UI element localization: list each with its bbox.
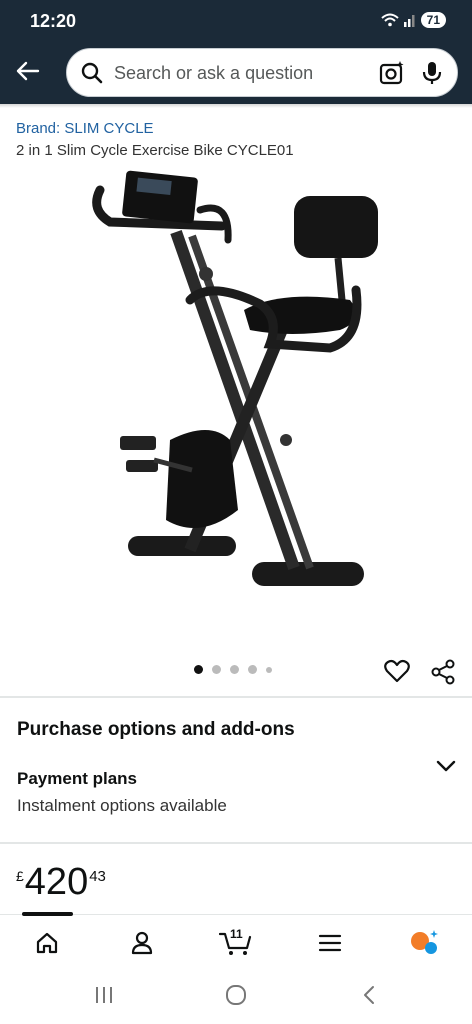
bottom-navigation: 11 [0, 912, 472, 972]
system-navigation-bar [0, 972, 472, 1024]
carousel-dot[interactable] [266, 666, 272, 673]
nav-cart[interactable]: 11 [218, 927, 254, 957]
search-bar[interactable]: Search or ask a question [66, 48, 458, 97]
status-time: 12:20 [30, 11, 77, 31]
price-currency-symbol: £ [16, 868, 24, 884]
search-input[interactable]: Search or ask a question [114, 63, 313, 84]
cart-count: 11 [230, 927, 243, 941]
nav-menu[interactable] [314, 929, 346, 957]
nav-account[interactable] [126, 929, 158, 957]
back-arrow-icon[interactable] [14, 58, 40, 84]
product-title: 2 in 1 Slim Cycle Exercise Bike CYCLE01 [16, 142, 294, 159]
signal-icon [403, 15, 415, 27]
share-icon[interactable] [430, 659, 456, 685]
section-divider [0, 696, 472, 698]
product-image[interactable] [80, 170, 390, 622]
assistant-icon [411, 930, 438, 954]
price-whole: 420 [24, 861, 89, 903]
menu-icon [318, 934, 342, 952]
section-divider [0, 842, 472, 844]
microphone-icon[interactable] [421, 60, 443, 86]
search-icon [81, 62, 103, 84]
home-button-icon[interactable] [225, 984, 247, 1006]
active-tab-indicator [22, 912, 73, 916]
carousel-dot[interactable] [194, 665, 203, 674]
status-icons: 71 [380, 12, 446, 28]
price: £ 420 43 [16, 862, 106, 902]
chevron-down-icon[interactable] [436, 759, 456, 773]
account-icon [131, 931, 153, 955]
brand-link[interactable]: Brand: SLIM CYCLE [16, 120, 154, 137]
purchase-options-heading: Purchase options and add-ons [17, 719, 295, 740]
carousel-dot[interactable] [230, 665, 239, 674]
nav-home[interactable] [31, 929, 63, 957]
carousel-dot[interactable] [248, 665, 257, 674]
image-carousel-dots[interactable] [194, 665, 272, 674]
app-header: 12:20 71 Search or ask a question [0, 0, 472, 104]
payment-plans-title[interactable]: Payment plans [17, 769, 137, 789]
home-icon [36, 932, 58, 954]
back-button-icon[interactable] [360, 984, 378, 1006]
price-fraction: 43 [89, 868, 106, 885]
wifi-icon [380, 13, 399, 27]
recent-apps-icon[interactable] [94, 984, 114, 1006]
header-shadow [0, 104, 472, 108]
battery-indicator: 71 [420, 12, 446, 28]
carousel-dot[interactable] [212, 665, 221, 674]
payment-plans-subtitle: Instalment options available [17, 796, 227, 815]
heart-icon[interactable] [384, 659, 410, 683]
camera-lens-icon[interactable] [379, 60, 405, 86]
nav-assistant[interactable] [408, 929, 440, 957]
